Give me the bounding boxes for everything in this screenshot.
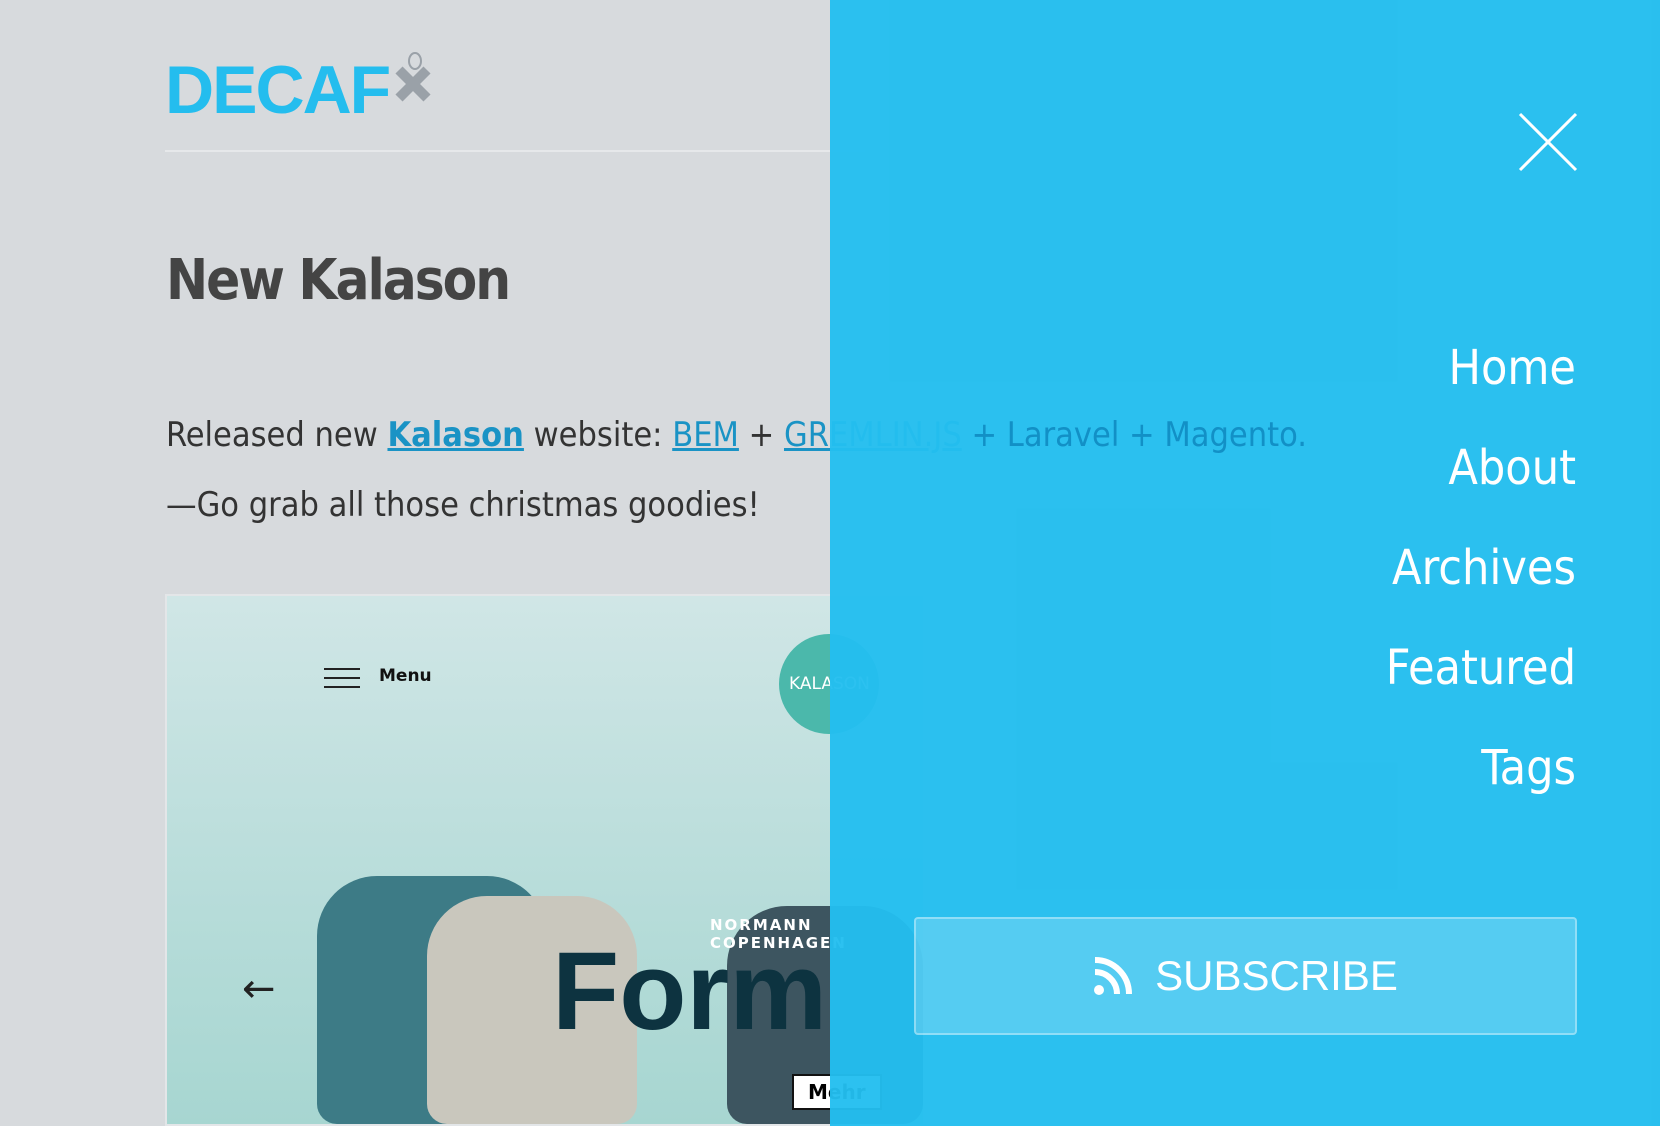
text: Released new — [166, 415, 388, 455]
close-icon[interactable] — [1518, 112, 1578, 172]
text: + Laravel + Magento. — [961, 415, 1307, 455]
kalason-link[interactable]: Kalason — [387, 415, 523, 455]
rss-icon — [1094, 957, 1133, 995]
bem-link[interactable]: BEM — [672, 415, 739, 455]
arrow-left-icon: ← — [242, 966, 276, 1012]
nav-featured[interactable]: Featured — [1386, 618, 1576, 718]
text: + — [738, 415, 784, 455]
decaf-x-icon — [395, 52, 431, 102]
logo-text: DECAF — [165, 52, 391, 128]
nav-tags[interactable]: Tags — [1386, 718, 1576, 818]
nav-archives[interactable]: Archives — [1386, 518, 1576, 618]
nav-about[interactable]: About — [1386, 418, 1576, 518]
nav-home[interactable]: Home — [1386, 318, 1576, 418]
site-logo[interactable]: DECAF — [165, 52, 433, 124]
hamburger-icon — [324, 668, 360, 695]
text: website: — [523, 415, 673, 455]
header-divider — [165, 150, 865, 152]
subscribe-button[interactable]: SUBSCRIBE — [914, 917, 1577, 1035]
subscribe-label: SUBSCRIBE — [1155, 952, 1398, 999]
drawer-nav: Home About Archives Featured Tags — [1386, 318, 1576, 818]
headline: Form — [552, 930, 827, 1053]
post-image: Menu KALASON ← NORMANN COPENHAGEN Form M… — [165, 594, 925, 1126]
post-title: New Kalason — [166, 248, 511, 313]
menu-label: Menu — [379, 666, 432, 686]
nav-drawer: Home About Archives Featured Tags SUBSCR… — [830, 0, 1660, 1126]
